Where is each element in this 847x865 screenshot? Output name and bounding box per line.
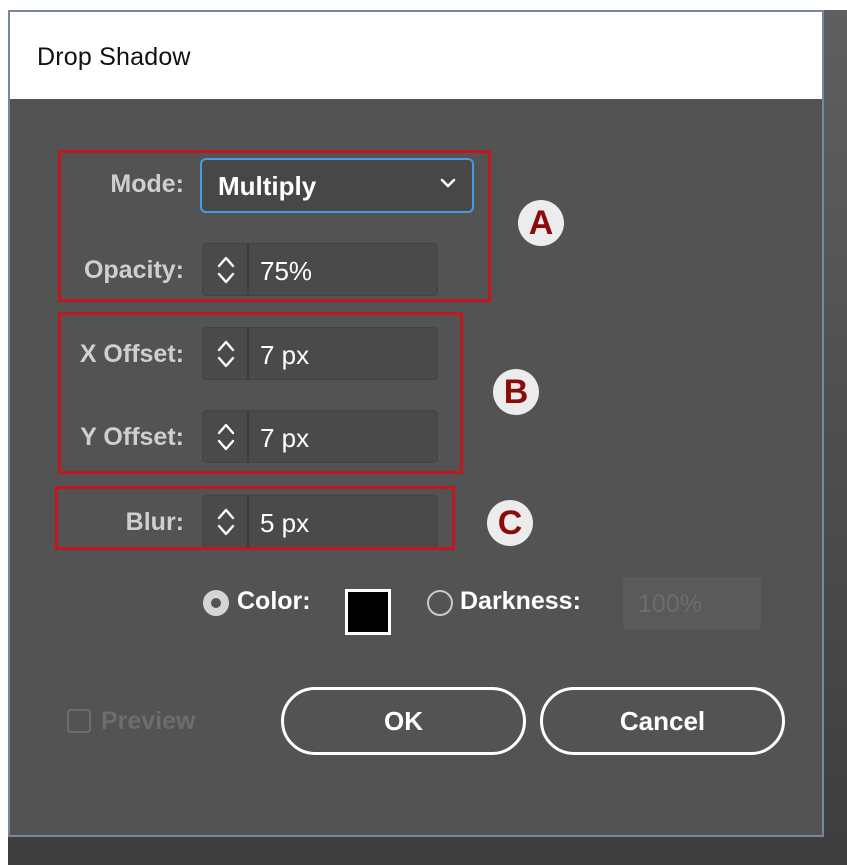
dialog-title: Drop Shadow	[37, 43, 191, 71]
color-swatch[interactable]	[345, 589, 391, 635]
darkness-value: 100%	[638, 590, 702, 618]
drop-shadow-dialog: Drop Shadow Mode: Multiply Opacity: 75% …	[8, 10, 824, 837]
annotation-marker-c: C	[487, 500, 533, 546]
color-radio[interactable]	[203, 590, 229, 616]
annotation-marker-a: A	[518, 200, 564, 246]
preview-checkbox	[67, 709, 91, 733]
darkness-field: 100%	[623, 577, 761, 630]
title-bar: Drop Shadow	[10, 12, 822, 99]
annotation-marker-b: B	[493, 369, 539, 415]
annotation-box-a	[58, 150, 491, 302]
radio-dot-icon	[211, 598, 221, 608]
darkness-radio[interactable]	[427, 590, 453, 616]
annotation-box-c	[55, 486, 455, 550]
darkness-label[interactable]: Darkness:	[460, 587, 581, 616]
color-label[interactable]: Color:	[237, 587, 311, 616]
preview-label: Preview	[101, 707, 196, 735]
cancel-button[interactable]: Cancel	[540, 687, 785, 755]
ok-button[interactable]: OK	[281, 687, 526, 755]
annotation-box-b	[58, 312, 463, 474]
